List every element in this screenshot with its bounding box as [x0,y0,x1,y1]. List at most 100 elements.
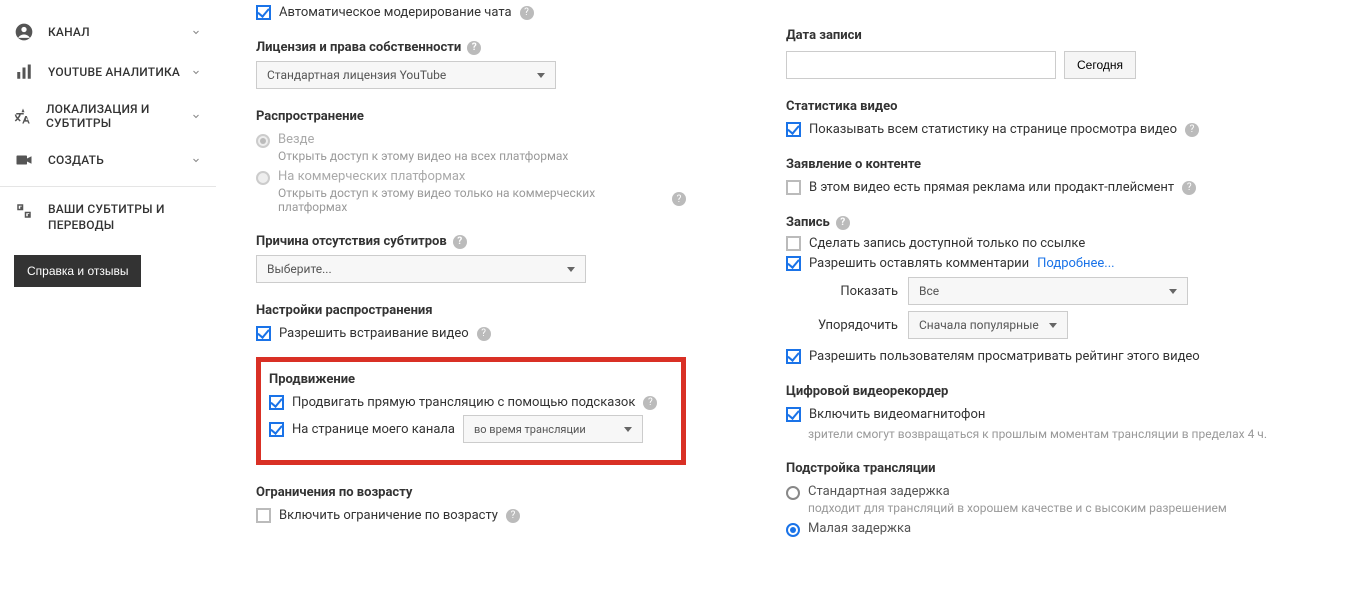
subs-reason-select[interactable]: Выберите... [256,255,586,283]
sort-comments-row: Упорядочить Сначала популярные [808,311,1346,339]
promo-channel-row: На странице моего канала во время трансл… [269,415,673,443]
chevron-down-icon [567,267,575,272]
promo-timing-select[interactable]: во время трансляции [463,415,643,443]
sort-comments-select[interactable]: Сначала популярные [908,311,1068,339]
sidebar: КАНАЛ YOUTUBE АНАЛИТИКА ЛОКАЛИ [0,0,216,543]
radio-label: Везде [278,132,568,147]
help-icon[interactable]: ? [836,216,850,230]
sidebar-item-label: СОЗДАТЬ [48,153,104,167]
sort-label: Упорядочить [808,318,898,333]
translate-icon [14,201,34,221]
select-value: Сначала популярные [919,318,1039,332]
rec-link-only-row: Сделать запись доступной только по ссылк… [786,236,1346,251]
allow-embed-label: Разрешить встраивание видео [279,326,469,341]
sidebar-item-label: ВАШИ СУБТИТРЫ И ПЕРЕВОДЫ [48,201,178,233]
divider [0,186,216,187]
camera-icon [14,150,34,170]
chevron-down-icon [190,154,202,166]
help-icon[interactable]: ? [520,6,534,20]
auto-moderation-row: Автоматическое модерирование чата ? [256,5,686,20]
help-icon[interactable]: ? [672,192,686,206]
content-decl-row: В этом видео есть прямая реклама или про… [786,180,1346,195]
feedback-button[interactable]: Справка и отзывы [14,255,141,287]
distribution-everywhere-radio[interactable] [256,134,270,148]
help-icon[interactable]: ? [1182,181,1196,195]
latency-low-radio[interactable] [786,523,800,537]
promo-channel-checkbox[interactable] [269,422,284,437]
chevron-down-icon [1169,289,1177,294]
translate-icon [14,106,32,126]
latency-std-radio[interactable] [786,486,800,500]
auto-moderation-checkbox[interactable] [256,5,271,20]
help-icon[interactable]: ? [643,396,657,410]
allow-rating-label: Разрешить пользователям просматривать ре… [809,349,1200,364]
promo-tips-checkbox[interactable] [269,395,284,410]
rec-allow-comments-checkbox[interactable] [786,256,801,271]
help-icon[interactable]: ? [477,327,491,341]
select-value: Все [919,284,939,298]
content-decl-label: В этом видео есть прямая реклама или про… [809,180,1174,195]
dvr-heading: Цифровой видеорекордер [786,384,1346,399]
promotion-highlight-box: Продвижение Продвигать прямую трансляцию… [256,357,686,465]
age-restriction-row: Включить ограничение по возрасту ? [256,508,686,523]
learn-more-link[interactable]: Подробнее... [1037,256,1114,271]
distribution-commercial-radio[interactable] [256,171,270,185]
today-button[interactable]: Сегодня [1064,51,1136,79]
chevron-down-icon [624,427,632,432]
radio-hint: Открыть доступ к этому видео на всех пла… [278,149,568,163]
chevron-down-icon [1049,323,1057,328]
allow-embed-row: Разрешить встраивание видео ? [256,326,686,341]
dist-settings-heading: Настройки распространения [256,303,686,318]
rec-allow-comments-row: Разрешить оставлять комментарии Подробне… [786,256,1346,271]
sidebar-item-localization[interactable]: ЛОКАЛИЗАЦИЯ И СУБТИТРЫ [0,92,216,140]
radio-label: На коммерческих платформах [278,169,686,184]
content-decl-checkbox[interactable] [786,180,801,195]
allow-rating-checkbox[interactable] [786,349,801,364]
distribution-commercial-row: На коммерческих платформах Открыть досту… [256,169,686,214]
promo-tips-label: Продвигать прямую трансляцию с помощью п… [292,395,635,410]
recording-heading: Запись ? [786,215,1346,230]
radio-label: Малая задержка [808,521,911,536]
sidebar-item-channel[interactable]: КАНАЛ [0,12,216,52]
radio-label: Стандартная задержка [808,484,1227,499]
allow-rating-row: Разрешить пользователям просматривать ре… [786,349,1346,364]
stats-show-label: Показывать всем статистику на странице п… [809,122,1177,137]
chevron-down-icon [190,66,202,78]
record-date-heading: Дата записи [786,28,1346,43]
dvr-enable-checkbox[interactable] [786,407,801,422]
sidebar-item-translations[interactable]: ВАШИ СУБТИТРЫ И ПЕРЕВОДЫ [0,193,216,241]
chevron-down-icon [190,110,202,122]
chevron-down-icon [190,26,202,38]
record-date-row: Сегодня [786,51,1346,79]
help-icon[interactable]: ? [506,509,520,523]
allow-embed-checkbox[interactable] [256,326,271,341]
show-comments-row: Показать Все [808,277,1346,305]
stats-heading: Статистика видео [786,99,1346,114]
record-date-input[interactable] [786,51,1056,79]
dvr-enable-label: Включить видеомагнитофон [809,407,985,422]
latency-heading: Подстройка трансляции [786,461,1346,476]
license-heading: Лицензия и права собственности ? [256,40,686,55]
sidebar-item-create[interactable]: СОЗДАТЬ [0,140,216,180]
age-heading: Ограничения по возрасту [256,485,686,500]
dvr-enable-row: Включить видеомагнитофон [786,407,1346,422]
main-content: Автоматическое модерирование чата ? Лице… [216,0,1346,543]
bar-chart-icon [14,62,34,82]
select-value: Стандартная лицензия YouTube [267,68,446,82]
help-icon[interactable]: ? [1185,123,1199,137]
radio-hint: Открыть доступ к этому видео только на к… [278,186,666,214]
stats-show-checkbox[interactable] [786,122,801,137]
help-icon[interactable]: ? [453,235,467,249]
dvr-hint: зрители смогут возвращаться к прошлым мо… [808,427,1346,441]
license-select[interactable]: Стандартная лицензия YouTube [256,61,556,89]
content-decl-heading: Заявление о контенте [786,157,1346,172]
radio-hint: подходит для трансляций в хорошем качест… [808,501,1227,515]
show-comments-select[interactable]: Все [908,277,1188,305]
rec-link-only-checkbox[interactable] [786,236,801,251]
sidebar-item-analytics[interactable]: YOUTUBE АНАЛИТИКА [0,52,216,92]
rec-allow-comments-label: Разрешить оставлять комментарии [809,256,1029,271]
help-icon[interactable]: ? [467,41,481,55]
subs-reason-heading: Причина отсутствия субтитров ? [256,234,686,249]
age-restriction-checkbox[interactable] [256,508,271,523]
chevron-down-icon [537,73,545,78]
